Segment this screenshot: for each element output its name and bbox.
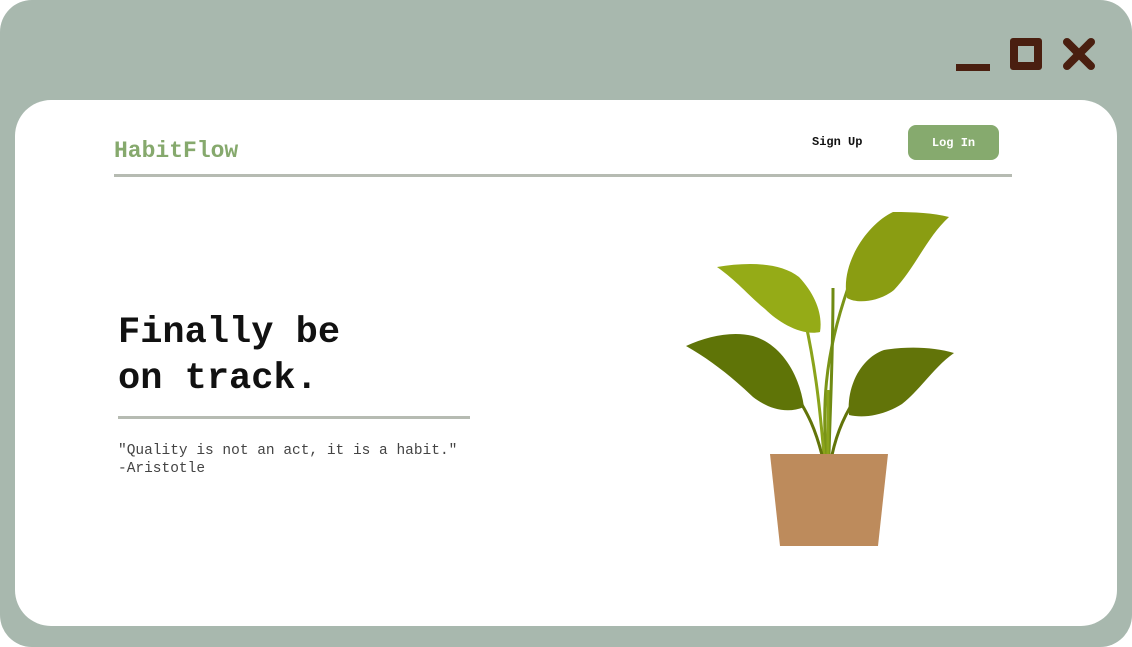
hero-title-line-1: Finally be bbox=[118, 312, 341, 354]
hero-title: Finally be on track. bbox=[118, 310, 340, 402]
logo[interactable]: HabitFlow bbox=[114, 138, 238, 164]
hero-divider bbox=[118, 416, 470, 419]
app-window: HabitFlow Sign Up Log In Finally be on t… bbox=[0, 0, 1132, 647]
minimize-icon[interactable] bbox=[956, 36, 990, 72]
quote-text: "Quality is not an act, it is a habit." bbox=[118, 443, 458, 459]
signup-link[interactable]: Sign Up bbox=[812, 135, 862, 149]
quote-author: -Aristotle bbox=[118, 461, 206, 477]
maximize-icon[interactable] bbox=[1010, 38, 1042, 70]
leaf-bottom-left bbox=[686, 334, 804, 411]
potted-plant-illustration bbox=[686, 212, 954, 546]
window-controls bbox=[956, 36, 1096, 72]
login-button[interactable]: Log In bbox=[908, 125, 999, 160]
leaf-top-left bbox=[717, 264, 821, 333]
page-content: HabitFlow Sign Up Log In Finally be on t… bbox=[15, 100, 1117, 626]
quote: "Quality is not an act, it is a habit." … bbox=[118, 442, 457, 478]
close-icon[interactable] bbox=[1062, 37, 1096, 71]
pot bbox=[770, 454, 888, 546]
hero-title-line-2: on track. bbox=[118, 358, 318, 400]
navbar: HabitFlow Sign Up Log In bbox=[114, 124, 1012, 177]
leaf-top-right bbox=[845, 212, 949, 302]
stem bbox=[827, 287, 835, 456]
leaf-bottom-right bbox=[848, 347, 954, 417]
